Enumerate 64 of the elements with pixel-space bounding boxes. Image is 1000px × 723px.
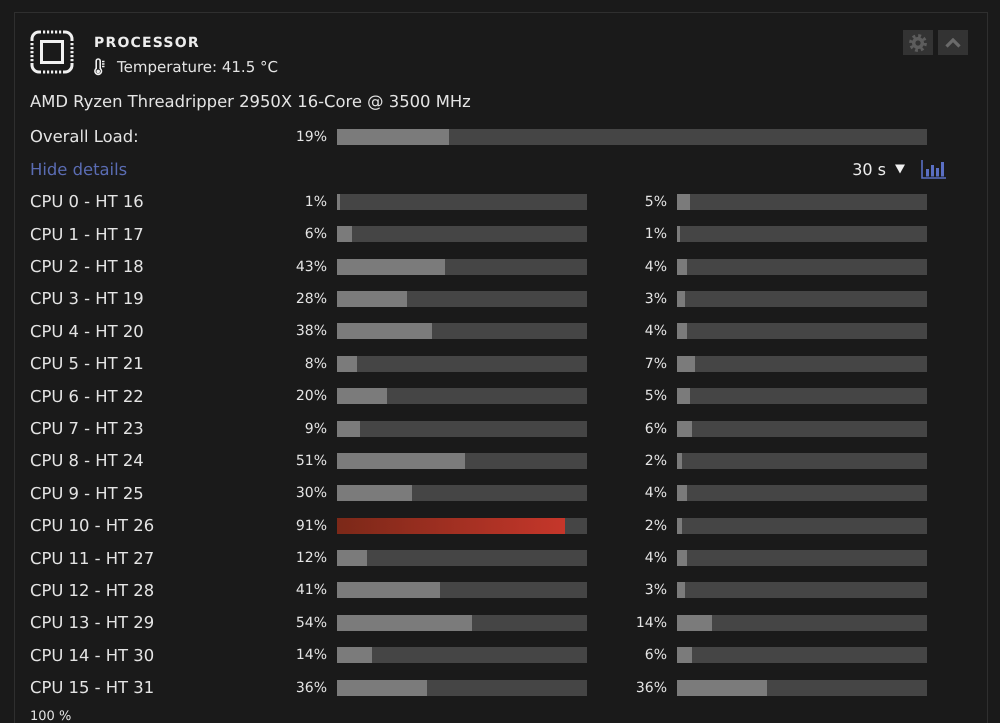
load-percent: 30%: [296, 485, 328, 502]
load-percent: 38%: [296, 323, 328, 340]
load-percent: 5%: [644, 388, 668, 404]
axis-label: 100 %: [30, 710, 72, 723]
cpu-thread-label: CPU 7 - HT 23: [30, 419, 144, 438]
load-percent: 43%: [296, 258, 328, 275]
cpu-thread-label: CPU 9 - HT 25: [30, 484, 144, 503]
overall-load-label: Overall Load:: [30, 127, 139, 146]
cpu-thread-label: CPU 5 - HT 21: [30, 354, 144, 374]
caret-down-icon: [895, 164, 905, 174]
panel-title: PROCESSOR: [94, 34, 200, 53]
settings-button[interactable]: [903, 30, 933, 55]
cpu-thread-label: CPU 3 - HT 19: [30, 289, 144, 308]
load-percent: 4%: [644, 323, 668, 340]
hide-details-link[interactable]: Hide details: [30, 160, 128, 179]
load-percent: 51%: [296, 452, 328, 469]
temperature-label: Temperature: 41.5 °C: [117, 58, 278, 76]
load-percent: 5%: [644, 194, 668, 210]
cpu-thread-label: CPU 2 - HT 18: [30, 257, 144, 276]
load-percent: 6%: [304, 226, 328, 242]
load-percent: 9%: [304, 420, 328, 436]
load-percent: 4%: [644, 258, 668, 275]
cpu-thread-label: CPU 4 - HT 20: [30, 322, 144, 341]
cpu-thread-label: CPU 13 - HT 29: [30, 613, 154, 632]
load-percent: 1%: [304, 194, 328, 210]
load-percent: 4%: [644, 485, 668, 502]
cpu-thread-label: CPU 0 - HT 16: [30, 192, 144, 212]
load-percent: 6%: [644, 647, 668, 664]
load-percent: 14%: [296, 647, 328, 664]
load-percent: 28%: [296, 290, 328, 307]
cpu-thread-label: CPU 15 - HT 31: [30, 678, 154, 698]
cpu-thread-label: CPU 1 - HT 17: [30, 224, 144, 244]
cpu-thread-label: CPU 6 - HT 22: [30, 386, 144, 406]
cpu-thread-label: CPU 11 - HT 27: [30, 548, 154, 568]
cpu-model-label: AMD Ryzen Threadripper 2950X 16-Core @ 3500 MHz: [30, 91, 471, 113]
load-percent: 1%: [644, 226, 668, 242]
cpu-thread-label: CPU 12 - HT 28: [30, 580, 154, 600]
load-percent: 8%: [304, 356, 328, 372]
load-percent: 3%: [644, 582, 668, 598]
load-percent: 12%: [296, 550, 328, 566]
load-percent: 7%: [644, 356, 668, 372]
load-percent: 91%: [296, 518, 328, 534]
thermometer-icon: [94, 58, 105, 76]
load-percent: 36%: [296, 680, 328, 696]
cpu-thread-label: CPU 14 - HT 30: [30, 646, 154, 665]
chevron-up-icon: [945, 38, 961, 48]
load-percent: 3%: [644, 290, 668, 307]
load-percent: 6%: [644, 420, 668, 436]
load-percent: 36%: [636, 680, 668, 696]
interval-dropdown[interactable]: 30 s: [852, 160, 905, 179]
load-percent: 14%: [636, 614, 668, 631]
load-percent: 20%: [296, 388, 328, 404]
load-percent: 41%: [296, 582, 328, 598]
bar-chart-icon[interactable]: [921, 160, 946, 179]
gear-icon: [909, 34, 927, 52]
collapse-button[interactable]: [938, 30, 968, 55]
cpu-thread-label: CPU 8 - HT 24: [30, 451, 144, 470]
load-percent: 2%: [644, 518, 668, 534]
load-percent: 54%: [296, 614, 328, 631]
cpu-thread-label: CPU 10 - HT 26: [30, 516, 154, 536]
load-percent: 19%: [296, 128, 328, 145]
chip-icon: [30, 30, 74, 74]
load-percent: 4%: [644, 550, 668, 566]
load-percent: 2%: [644, 452, 668, 469]
